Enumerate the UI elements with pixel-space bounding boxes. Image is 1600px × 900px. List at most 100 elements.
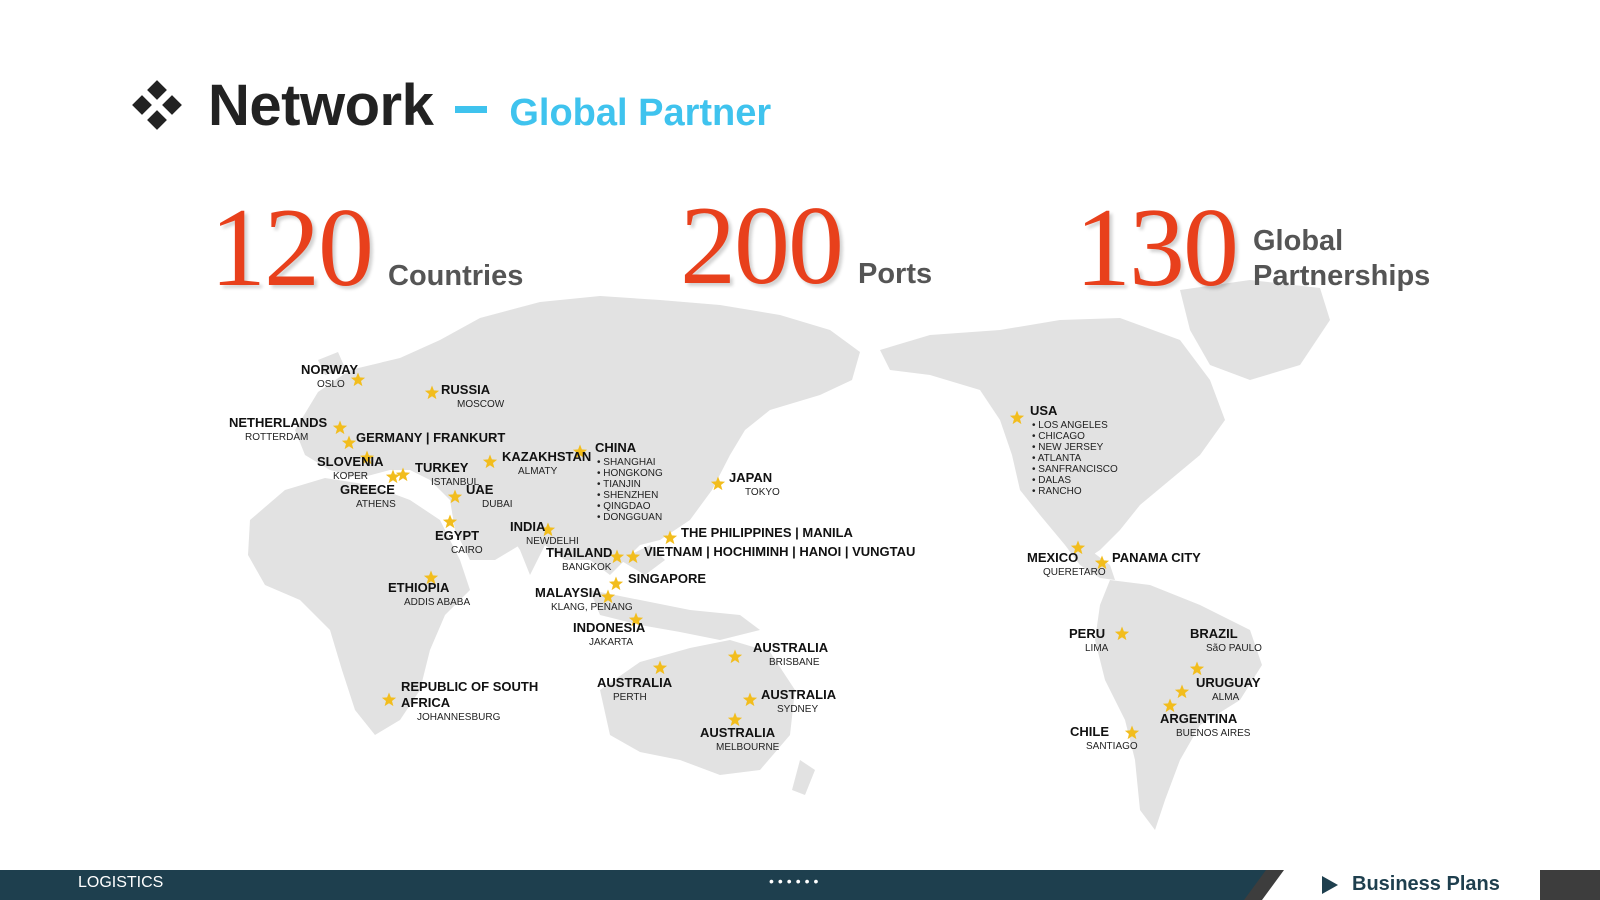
location-label: THE PHILIPPINES | MANILA <box>681 525 854 540</box>
location-city: ADDIS ABABA <box>404 597 470 608</box>
location-city: • DONGGUAN <box>597 512 662 523</box>
stat-label: Global Partnerships <box>1253 224 1430 294</box>
location-city: OSLO <box>317 379 345 390</box>
stat-ports: 200 Ports <box>680 190 932 302</box>
location-name: INDIA <box>510 519 546 534</box>
location-name: VIETNAM | HOCHIMINH | HANOI | VUNGTAU <box>644 544 915 559</box>
location-label: PANAMA CITY <box>1112 550 1201 565</box>
location-name: AUSTRALIA <box>700 725 776 740</box>
location-city: TOKYO <box>745 487 780 498</box>
location-city: QUERETARO <box>1043 567 1106 578</box>
stat-label-line: Partnerships <box>1253 260 1431 293</box>
stat-value: 130 <box>1075 186 1239 310</box>
location-name: RUSSIA <box>441 382 491 397</box>
location-city: JAKARTA <box>589 637 633 648</box>
location-name: MALAYSIA <box>535 585 602 600</box>
location-label: GERMANY | FRANKURT <box>356 430 505 445</box>
location-name: NORWAY <box>301 362 358 377</box>
location-name: AFRICA <box>401 695 451 710</box>
location-name: AUSTRALIA <box>761 687 837 702</box>
location-city: • SHANGHAI <box>597 457 656 468</box>
location-city: • SHENZHEN <box>597 490 658 501</box>
location-label: INDONESIA JAKARTA <box>573 620 646 648</box>
location-city: BRISBANE <box>769 657 820 668</box>
footer-end-block <box>1540 870 1600 900</box>
stat-label: Ports <box>858 258 933 291</box>
location-name: TURKEY <box>415 460 469 475</box>
location-label: PERU LIMA <box>1069 626 1109 654</box>
footer-tab: Business Plans <box>1262 870 1540 900</box>
stat-label-line: Global <box>1253 225 1344 258</box>
location-city: JOHANNESBURG <box>417 712 501 723</box>
location-name: REPUBLIC OF SOUTH <box>401 679 538 694</box>
location-name: SLOVENIA <box>317 454 384 469</box>
location-name: PANAMA CITY <box>1112 550 1201 565</box>
location-name: URUGUAY <box>1196 675 1261 690</box>
location-city: LIMA <box>1085 643 1109 654</box>
location-name: BRAZIL <box>1190 626 1238 641</box>
location-city: BANGKOK <box>562 562 612 573</box>
location-name: GREECE <box>340 482 395 497</box>
location-city: KOPER <box>333 471 368 482</box>
location-label: AFRICA JOHANNESBURG <box>401 695 501 723</box>
location-name: INDONESIA <box>573 620 646 635</box>
location-name: USA <box>1030 403 1058 418</box>
stat-label: Countries <box>388 260 524 293</box>
location-city: ATHENS <box>356 499 396 510</box>
location-city: ALMATY <box>518 466 558 477</box>
location-city: • DALAS <box>1032 475 1071 486</box>
location-name: GERMANY | FRANKURT <box>356 430 505 445</box>
location-name: MEXICO <box>1027 550 1078 565</box>
title-subtitle: Global Partner <box>509 91 772 134</box>
location-name: NETHERLANDS <box>229 415 328 430</box>
four-diamonds-icon <box>132 80 182 130</box>
location-label: THAILAND BANGKOK <box>546 545 612 573</box>
location-label: JAPAN TOKYO <box>729 470 780 498</box>
location-name: UAE <box>466 482 494 497</box>
stat-value: 120 <box>210 186 374 310</box>
location-label: VIETNAM | HOCHIMINH | HANOI | VUNGTAU <box>644 544 915 559</box>
location-name: CHINA <box>595 440 637 455</box>
location-label: SINGAPORE <box>628 571 706 586</box>
page-title: Network Global Partner <box>132 70 772 140</box>
location-city: CAIRO <box>451 545 483 556</box>
location-city: • HONGKONG <box>597 468 663 479</box>
location-city: • CHICAGO <box>1032 431 1085 442</box>
footer-page-dots: •••••• <box>769 873 823 889</box>
location-city: PERTH <box>613 692 647 703</box>
location-city: • ATLANTA <box>1032 453 1082 464</box>
location-city: SANTIAGO <box>1086 741 1138 752</box>
location-city: ALMA <box>1212 692 1240 703</box>
location-city: MOSCOW <box>457 399 505 410</box>
location-name: ARGENTINA <box>1160 711 1238 726</box>
location-name: THAILAND <box>546 545 612 560</box>
location-name: JAPAN <box>729 470 772 485</box>
stat-value: 200 <box>680 184 844 308</box>
location-name: AUSTRALIA <box>597 675 673 690</box>
title-main: Network <box>208 72 434 138</box>
location-name: THE PHILIPPINES | MANILA <box>681 525 854 540</box>
stat-partnerships: 130 Global Partnerships <box>1075 192 1430 304</box>
footer-business-plans: Business Plans <box>1352 873 1500 895</box>
stat-countries: 120 Countries <box>210 192 523 304</box>
location-name: EGYPT <box>435 528 479 543</box>
location-city: • LOS ANGELES <box>1032 420 1108 431</box>
location-name: CHILE <box>1070 724 1109 739</box>
location-name: PERU <box>1069 626 1105 641</box>
location-city: SãO PAULO <box>1206 643 1262 654</box>
location-name: KAZAKHSTAN <box>502 449 591 464</box>
title-dash <box>455 105 488 113</box>
star-icon <box>608 576 624 591</box>
location-city: KLANG, PENANG <box>551 602 633 613</box>
location-label: SLOVENIA KOPER <box>317 454 384 482</box>
location-label: REPUBLIC OF SOUTH <box>401 679 538 694</box>
location-city: • SANFRANCISCO <box>1032 464 1118 475</box>
location-city: ROTTERDAM <box>245 432 308 443</box>
location-name: AUSTRALIA <box>753 640 829 655</box>
location-city: DUBAI <box>482 499 513 510</box>
location-name: SINGAPORE <box>628 571 706 586</box>
location-city: • RANCHO <box>1032 486 1082 497</box>
location-city: BUENOS AIRES <box>1176 728 1251 739</box>
play-icon <box>1322 876 1338 894</box>
location-city: • TIANJIN <box>597 479 641 490</box>
